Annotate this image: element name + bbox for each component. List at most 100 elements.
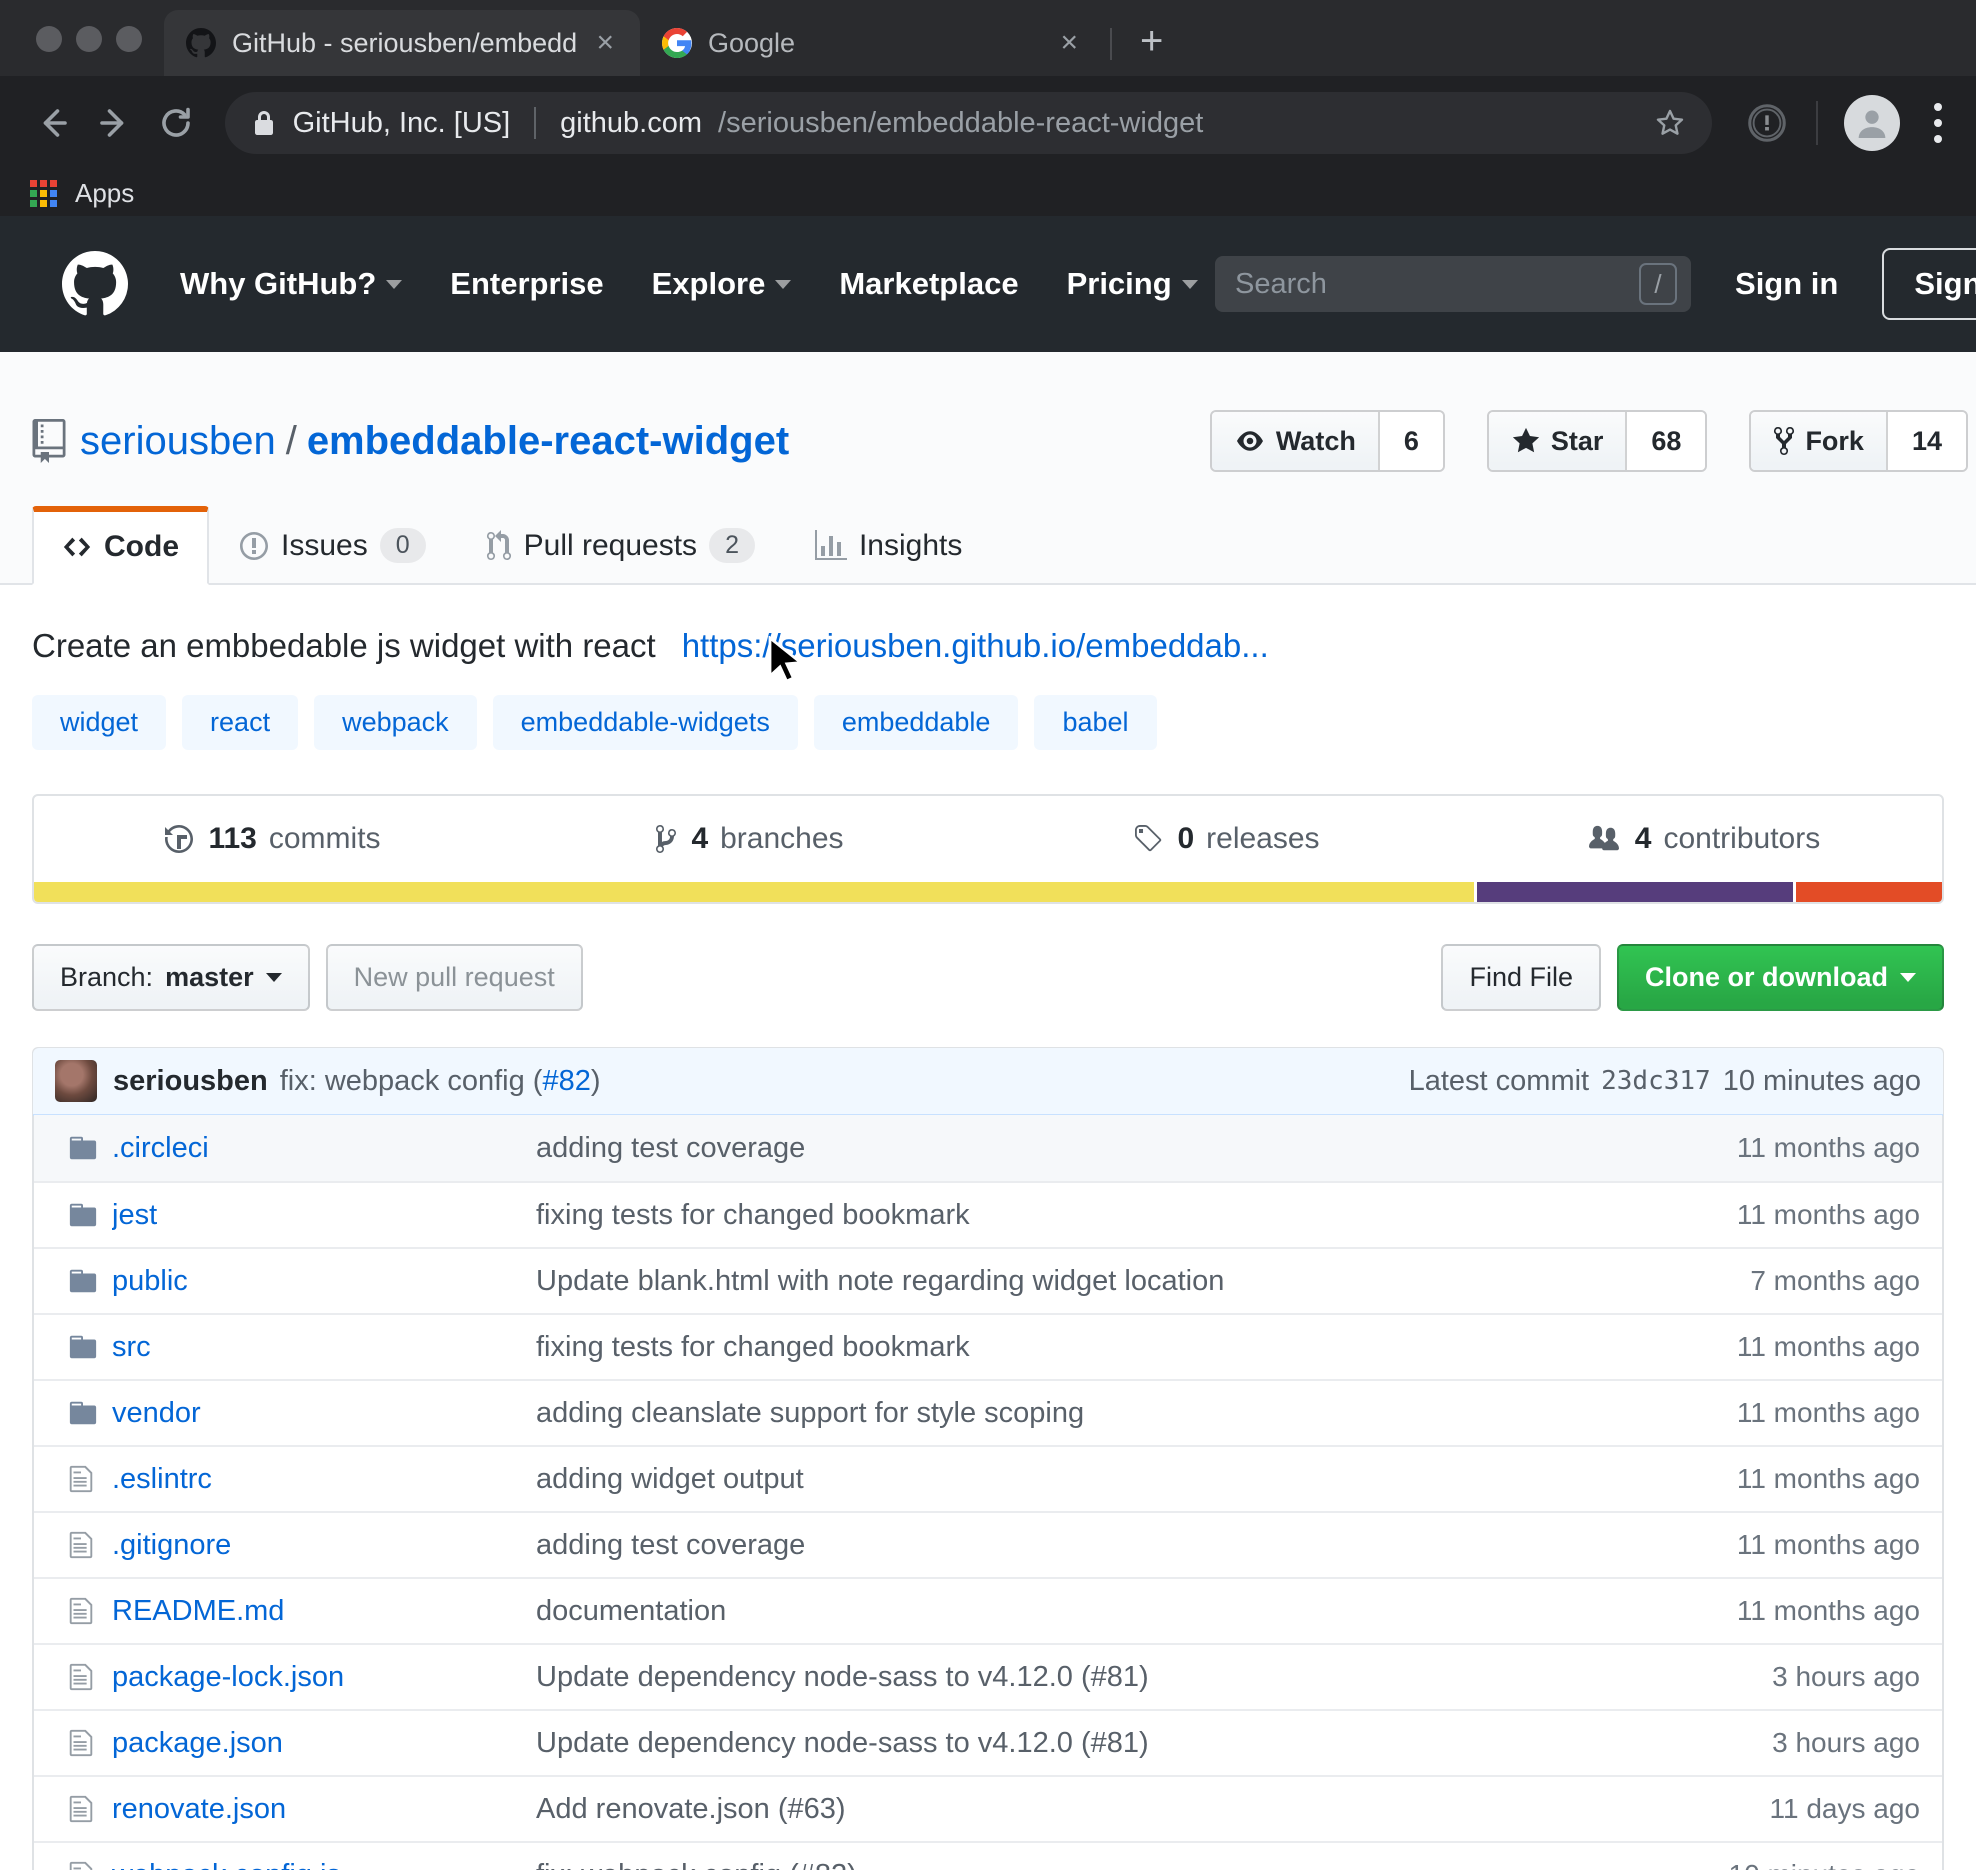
bookmark-star-icon[interactable] xyxy=(1654,107,1686,139)
file-name-link[interactable]: .circleci xyxy=(112,1132,536,1165)
gh-nav-item[interactable]: Enterprise xyxy=(450,266,603,302)
security-badge[interactable]: GitHub, Inc. [US] xyxy=(293,107,511,140)
tab-title: Google xyxy=(708,28,1040,59)
file-name-link[interactable]: webpack.config.js xyxy=(112,1859,536,1870)
commit-author-avatar[interactable] xyxy=(55,1060,97,1102)
tab-github[interactable]: GitHub - seriousben/embeddal × xyxy=(164,10,640,76)
profile-avatar[interactable] xyxy=(1844,95,1900,151)
commit-message-link[interactable]: fixing tests for changed bookmark xyxy=(536,1199,1707,1232)
commit-message-link[interactable]: fixing tests for changed bookmark xyxy=(536,1331,1707,1364)
tab-google[interactable]: Google × xyxy=(640,10,1104,76)
topic-tag[interactable]: react xyxy=(182,695,298,750)
repo-book-icon xyxy=(32,419,66,463)
tag-icon xyxy=(1133,823,1163,855)
topic-tag[interactable]: widget xyxy=(32,695,166,750)
tab-close-icon[interactable]: × xyxy=(1056,28,1082,58)
branch-icon xyxy=(655,823,677,855)
file-name-link[interactable]: package-lock.json xyxy=(112,1661,536,1694)
star-count[interactable]: 68 xyxy=(1625,412,1705,470)
commit-author[interactable]: seriousben xyxy=(113,1065,268,1098)
tab-close-icon[interactable]: × xyxy=(592,28,618,58)
file-icon xyxy=(68,1464,102,1494)
file-name-link[interactable]: package.json xyxy=(112,1727,536,1760)
new-pull-request-button[interactable]: New pull request xyxy=(326,944,583,1011)
gh-nav-item[interactable]: Pricing xyxy=(1067,266,1198,302)
chevron-down-icon xyxy=(266,973,282,982)
new-tab-button[interactable]: + xyxy=(1126,19,1177,64)
gh-nav-item[interactable]: Why GitHub? xyxy=(180,266,402,302)
commit-message-link[interactable]: Update dependency node-sass to v4.12.0 (… xyxy=(536,1727,1742,1760)
fork-button[interactable]: Fork 14 xyxy=(1749,410,1968,472)
file-name-link[interactable]: jest xyxy=(112,1199,536,1232)
file-name-link[interactable]: vendor xyxy=(112,1397,536,1430)
tab-insights[interactable]: Insights xyxy=(785,506,992,583)
tab-code[interactable]: Code xyxy=(32,506,209,585)
watch-button[interactable]: Watch 6 xyxy=(1210,410,1445,472)
issue-link[interactable]: #82 xyxy=(542,1065,590,1097)
commit-message-link[interactable]: Update dependency node-sass to v4.12.0 (… xyxy=(536,1661,1742,1694)
commit-message-link[interactable]: Add renovate.json (#63) xyxy=(536,1793,1740,1826)
file-name-link[interactable]: .gitignore xyxy=(112,1529,536,1562)
commit-message-link[interactable]: adding widget output xyxy=(536,1463,1707,1496)
file-icon xyxy=(68,1794,102,1824)
browser-menu-button[interactable] xyxy=(1926,103,1950,143)
fork-count[interactable]: 14 xyxy=(1886,412,1966,470)
sign-up-button[interactable]: Sign up xyxy=(1882,248,1976,320)
search-box[interactable]: / xyxy=(1215,256,1691,312)
commit-message-link[interactable]: Update blank.html with note regarding wi… xyxy=(536,1265,1720,1298)
address-bar[interactable]: GitHub, Inc. [US] github.com/seriousben/… xyxy=(225,92,1712,154)
window-zoom-button[interactable] xyxy=(116,26,142,52)
watch-count[interactable]: 6 xyxy=(1378,412,1443,470)
star-button[interactable]: Star 68 xyxy=(1487,410,1708,472)
slash-key-hint: / xyxy=(1639,263,1677,305)
contributors-stat[interactable]: 4contributors xyxy=(1465,796,1942,882)
folder-icon xyxy=(68,1332,102,1362)
github-logo-icon[interactable] xyxy=(62,251,128,317)
file-age: 11 months ago xyxy=(1737,1199,1920,1231)
apps-shortcut[interactable]: Apps xyxy=(75,178,134,209)
topic-tag[interactable]: embeddable xyxy=(814,695,1019,750)
commits-stat[interactable]: 113commits xyxy=(34,796,511,882)
find-file-button[interactable]: Find File xyxy=(1441,944,1601,1011)
reload-button[interactable] xyxy=(149,96,203,150)
window-controls[interactable] xyxy=(36,26,142,52)
commit-message-link[interactable]: adding test coverage xyxy=(536,1529,1707,1562)
language-bar[interactable] xyxy=(34,882,1942,902)
sign-in-link[interactable]: Sign in xyxy=(1735,266,1838,302)
commit-message[interactable]: fix: webpack config (#82) xyxy=(280,1065,601,1098)
folder-icon xyxy=(68,1266,102,1296)
file-name-link[interactable]: src xyxy=(112,1331,536,1364)
toolbar-divider xyxy=(1816,101,1818,145)
window-close-button[interactable] xyxy=(36,26,62,52)
tab-pull-requests[interactable]: Pull requests 2 xyxy=(456,506,785,583)
file-age: 10 minutes ago xyxy=(1729,1859,1920,1870)
commit-message-link[interactable]: adding cleanslate support for style scop… xyxy=(536,1397,1707,1430)
topic-tag[interactable]: webpack xyxy=(314,695,477,750)
branches-stat[interactable]: 4branches xyxy=(511,796,988,882)
file-name-link[interactable]: renovate.json xyxy=(112,1793,536,1826)
back-button[interactable] xyxy=(26,96,80,150)
gh-nav-item[interactable]: Explore xyxy=(652,266,792,302)
file-name-link[interactable]: README.md xyxy=(112,1595,536,1628)
chevron-down-icon xyxy=(1900,973,1916,982)
file-name-link[interactable]: .eslintrc xyxy=(112,1463,536,1496)
forward-button[interactable] xyxy=(88,96,142,150)
commit-message-link[interactable]: adding test coverage xyxy=(536,1132,1707,1165)
extension-icon[interactable] xyxy=(1744,100,1790,146)
repo-pagehead: seriousben/embeddable-react-widget Watch… xyxy=(0,352,1976,585)
gh-nav-item[interactable]: Marketplace xyxy=(839,266,1018,302)
releases-stat[interactable]: 0releases xyxy=(988,796,1465,882)
topic-tag[interactable]: babel xyxy=(1034,695,1156,750)
commit-message-link[interactable]: documentation xyxy=(536,1595,1707,1628)
clone-or-download-button[interactable]: Clone or download xyxy=(1617,944,1944,1011)
repo-name-link[interactable]: embeddable-react-widget xyxy=(307,419,789,463)
commit-message-link[interactable]: fix: webpack config (#82) xyxy=(536,1859,1699,1870)
branch-selector[interactable]: Branch:master xyxy=(32,944,310,1011)
window-minimize-button[interactable] xyxy=(76,26,102,52)
topic-tag[interactable]: embeddable-widgets xyxy=(493,695,798,750)
search-input[interactable] xyxy=(1235,268,1639,301)
file-name-link[interactable]: public xyxy=(112,1265,536,1298)
commit-sha-link[interactable]: 23dc317 xyxy=(1601,1066,1711,1096)
repo-owner-link[interactable]: seriousben xyxy=(80,419,276,463)
tab-issues[interactable]: Issues 0 xyxy=(209,506,456,583)
